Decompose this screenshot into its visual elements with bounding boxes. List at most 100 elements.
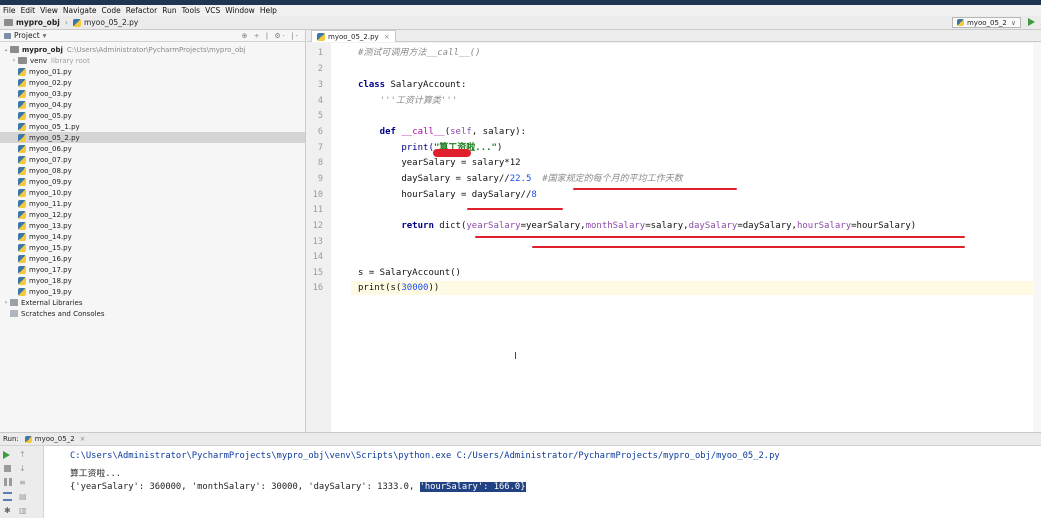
menu-edit[interactable]: Edit (21, 6, 36, 15)
run-play-icon[interactable] (1028, 18, 1035, 26)
menu-code[interactable]: Code (102, 6, 121, 15)
line-number: 13 (312, 237, 323, 247)
code-editor[interactable]: 1 2 3 4 5 6 7 8 9 10 11 12 13 14 15 16 #测试可调用方法__call__… (307, 43, 1041, 432)
code-line-6: def __call__(self, salary): (358, 127, 527, 137)
editor-scroll-strip[interactable] (1033, 43, 1041, 432)
console-output-1: 算工资啦... (70, 469, 122, 479)
line-number: 5 (317, 111, 323, 121)
tree-file-item[interactable]: myoo_17.py (0, 264, 305, 275)
menu-file[interactable]: File (3, 6, 16, 15)
tree-file-item[interactable]: myoo_07.py (0, 154, 305, 165)
tree-file-label: myoo_05_2.py (29, 133, 80, 142)
tree-file-item[interactable]: myoo_04.py (0, 99, 305, 110)
panel-tools[interactable]: ⊕ ÷ | ⚙· |- (242, 32, 300, 40)
breadcrumb-project[interactable]: mypro_obj (4, 18, 60, 27)
line-number: 14 (312, 252, 323, 262)
run-console[interactable]: C:\Users\Administrator\PycharmProjects\m… (44, 446, 1041, 518)
tree-file-label: myoo_18.py (29, 276, 72, 285)
run-tab-label[interactable]: myoo_05_2 (35, 435, 75, 443)
tree-file-item[interactable]: myoo_02.py (0, 77, 305, 88)
python-file-icon (18, 188, 26, 197)
tree-external-libraries-label: External Libraries (21, 298, 83, 307)
tree-file-label: myoo_06.py (29, 144, 72, 153)
tree-file-item[interactable]: myoo_05.py (0, 110, 305, 121)
tree-file-item[interactable]: myoo_01.py (0, 66, 305, 77)
code-line-12: return dict(yearSalary=yearSalary,monthS… (358, 219, 916, 233)
line-number: 2 (317, 64, 323, 74)
code-line-9: daySalary = salary//22.5 #国家规定的每个月的平均工作天… (358, 172, 683, 186)
rerun-icon[interactable] (3, 451, 10, 459)
folder-icon (10, 46, 19, 53)
python-file-icon (18, 122, 26, 131)
console-output-2: {'yearSalary': 360000, 'monthSalary': 30… (70, 482, 526, 492)
expand-arrow-icon[interactable]: ⌄ (2, 46, 10, 53)
self-param: self (450, 127, 472, 137)
line-number: 1 (317, 48, 323, 58)
tree-file-item[interactable]: myoo_05_1.py (0, 121, 305, 132)
breadcrumb-file[interactable]: myoo_05_2.py (72, 18, 139, 27)
arrow-down-icon[interactable]: ↓ (19, 464, 29, 473)
menu-tools[interactable]: Tools (182, 6, 200, 15)
tree-file-item[interactable]: myoo_15.py (0, 242, 305, 253)
annotation-underline (467, 208, 563, 210)
close-icon[interactable]: × (80, 435, 86, 443)
tree-file-label: myoo_12.py (29, 210, 72, 219)
inline-comment: #国家规定的每个月的平均工作天数 (531, 174, 683, 184)
folder-icon (18, 57, 27, 64)
folder-icon (4, 19, 13, 26)
menu-window[interactable]: Window (225, 6, 255, 15)
chevron-down-icon[interactable]: ▾ (43, 31, 47, 40)
menu-help[interactable]: Help (260, 6, 277, 15)
project-panel-title[interactable]: Project (14, 31, 40, 40)
close-icon[interactable]: × (384, 33, 390, 41)
python-file-icon (18, 177, 26, 186)
python-file-icon (18, 243, 26, 252)
tree-file-item[interactable]: myoo_12.py (0, 209, 305, 220)
python-file-icon (18, 276, 26, 285)
kwarg-name: monthSalary (585, 221, 646, 231)
stop-icon[interactable] (4, 465, 11, 472)
tree-file-label: myoo_16.py (29, 254, 72, 263)
collapse-arrow-icon[interactable]: › (10, 57, 18, 64)
tree-file-item[interactable]: myoo_13.py (0, 220, 305, 231)
tree-external-libraries[interactable]: › External Libraries (0, 297, 305, 308)
pause-icon[interactable] (4, 478, 12, 486)
collapse-arrow-icon[interactable]: › (2, 299, 10, 306)
menu-view[interactable]: View (40, 6, 58, 15)
tree-venv-note: library root (51, 56, 90, 65)
editor-tab[interactable]: myoo_05_2.py × (311, 30, 396, 42)
dict-call: dict( (433, 221, 467, 231)
settings-list-icon[interactable] (3, 492, 12, 501)
tree-root[interactable]: ⌄ mypro_obj C:\Users\Administrator\Pycha… (0, 44, 305, 55)
tree-file-item[interactable]: myoo_06.py (0, 143, 305, 154)
method-name: __call__ (401, 127, 445, 137)
tree-file-item[interactable]: myoo_14.py (0, 231, 305, 242)
tree-file-item[interactable]: myoo_16.py (0, 253, 305, 264)
tree-venv[interactable]: › venv library root (0, 55, 305, 66)
pin-icon[interactable]: ✱ (4, 506, 12, 515)
tree-file-item[interactable]: myoo_10.py (0, 187, 305, 198)
soft-wrap-icon[interactable]: ≡ (19, 478, 29, 487)
trash-icon[interactable]: ▥ (19, 506, 29, 515)
tree-file-item[interactable]: myoo_05_2.py (0, 132, 305, 143)
tree-file-item[interactable]: myoo_03.py (0, 88, 305, 99)
tree-file-item[interactable]: myoo_08.py (0, 165, 305, 176)
run-configuration-select[interactable]: myoo_05_2 ∨ (951, 17, 1021, 28)
tree-file-item[interactable]: myoo_11.py (0, 198, 305, 209)
print-icon[interactable]: ▤ (19, 492, 29, 501)
tree-scratches[interactable]: Scratches and Consoles (0, 308, 305, 319)
menu-run[interactable]: Run (162, 6, 176, 15)
tree-file-item[interactable]: myoo_09.py (0, 176, 305, 187)
tree-file-label: myoo_04.py (29, 100, 72, 109)
arrow-up-icon[interactable]: ↑ (19, 450, 29, 459)
expr: daySalary = salary// (358, 174, 510, 184)
python-file-icon (72, 18, 81, 27)
breadcrumb-file-label: myoo_05_2.py (83, 18, 139, 27)
kwarg-name: yearSalary (466, 221, 521, 231)
project-panel-header: Project ▾ ⊕ ÷ | ⚙· |- (0, 30, 305, 42)
tree-file-item[interactable]: myoo_18.py (0, 275, 305, 286)
tree-file-item[interactable]: myoo_19.py (0, 286, 305, 297)
menu-vcs[interactable]: VCS (205, 6, 220, 15)
menu-navigate[interactable]: Navigate (63, 6, 97, 15)
menu-refactor[interactable]: Refactor (126, 6, 157, 15)
